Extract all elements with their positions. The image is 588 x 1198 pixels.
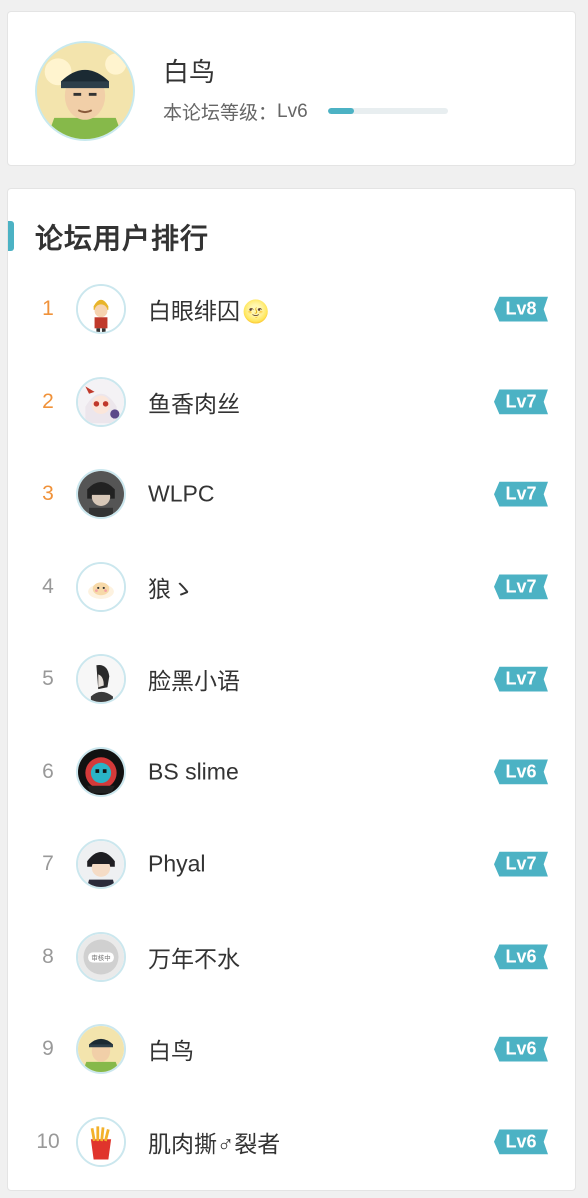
user-name-text[interactable]: Phyal <box>148 851 206 877</box>
rank-number: 6 <box>42 759 54 783</box>
level-progress-bar <box>328 108 448 114</box>
level-badge: Lv6 <box>494 944 548 970</box>
dark-hair-avatar-icon <box>78 471 124 518</box>
rank-number: 3 <box>42 482 54 506</box>
rank-number: 10 <box>36 1129 60 1153</box>
user-name-text[interactable]: 白鸟 <box>148 1038 194 1064</box>
user-avatar[interactable] <box>76 469 126 520</box>
level-badge: Lv6 <box>494 1036 548 1062</box>
level-badge: Lv7 <box>494 481 548 507</box>
user-name[interactable]: 肌肉撕♂裂者 <box>148 1125 280 1159</box>
rank-row[interactable]: 8 审核中 万年不水 Lv6 <box>8 911 575 1004</box>
user-avatar[interactable] <box>76 284 126 335</box>
user-name-text[interactable]: 万年不水 <box>148 946 240 972</box>
user-name-text[interactable]: 肌肉撕♂裂者 <box>148 1131 280 1157</box>
rank-row[interactable]: 3 WLPC Lv7 <box>8 448 575 541</box>
sketch-portrait-avatar-icon <box>78 656 124 703</box>
level-progress-fill <box>328 108 355 114</box>
fries-avatar-icon <box>78 1118 124 1165</box>
red-blue-avatar-icon <box>78 748 124 795</box>
level-label: 本论坛等级： <box>163 103 278 124</box>
anime-girl-avatar-icon <box>78 378 124 425</box>
rank-number: 1 <box>42 297 54 321</box>
rank-number: 2 <box>42 389 54 413</box>
level-badge: Lv7 <box>494 851 548 877</box>
user-name-text[interactable]: WLPC <box>148 481 214 507</box>
user-avatar[interactable] <box>76 1116 126 1167</box>
rank-row[interactable]: 4 狼ゝ Lv7 <box>8 541 575 634</box>
level-value: Lv6 <box>277 100 308 122</box>
user-name[interactable]: Phyal <box>148 851 206 878</box>
rank-row[interactable]: 9 白鸟 Lv6 <box>8 1003 575 1096</box>
cute-cat-avatar-icon <box>78 563 124 610</box>
user-avatar[interactable] <box>76 561 126 612</box>
user-name[interactable]: 万年不水 <box>148 940 240 974</box>
level-badge: Lv6 <box>494 1129 548 1155</box>
under-review-avatar-icon: 审核中 <box>78 933 124 980</box>
user-name[interactable]: WLPC <box>148 481 214 508</box>
user-name[interactable]: 白鸟 <box>148 1032 194 1066</box>
section-title: 论坛用户排行 <box>35 223 210 254</box>
profile-level: 本论坛等级： Lv6 <box>163 98 308 125</box>
user-avatar[interactable] <box>76 654 126 705</box>
user-name[interactable]: 脸黑小语 <box>148 662 240 696</box>
rank-number: 4 <box>42 574 54 598</box>
rank-number: 9 <box>42 1037 54 1061</box>
user-name[interactable]: 鱼香肉丝 <box>148 385 240 419</box>
user-name-text[interactable]: 白眼绯囚 <box>148 298 240 324</box>
profile-avatar[interactable] <box>35 41 135 141</box>
profile-card: 白鸟 本论坛等级： Lv6 <box>7 11 576 166</box>
user-name[interactable]: 白眼绯囚🌝 <box>148 292 269 326</box>
level-badge: Lv6 <box>494 759 548 785</box>
rank-number: 8 <box>42 944 54 968</box>
section-accent-bar <box>8 221 14 251</box>
rank-number: 5 <box>42 667 54 691</box>
cartoon-boy-avatar-icon <box>78 286 124 333</box>
user-name-text[interactable]: 脸黑小语 <box>148 668 240 694</box>
moon-emoji-icon: 🌝 <box>242 299 270 325</box>
rank-row[interactable]: 5 脸黑小语 Lv7 <box>8 633 575 726</box>
user-avatar[interactable] <box>76 746 126 797</box>
user-name-text[interactable]: 鱼香肉丝 <box>148 391 240 417</box>
profile-name[interactable]: 白鸟 <box>163 52 215 89</box>
user-name[interactable]: BS slime <box>148 758 239 785</box>
anime-character-avatar-icon <box>37 43 133 139</box>
avatar-review-text: 审核中 <box>91 953 110 962</box>
rank-row[interactable]: 7 Phyal Lv7 <box>8 818 575 911</box>
user-avatar[interactable]: 审核中 <box>76 931 126 982</box>
ranking-card: 论坛用户排行 1 白眼绯囚🌝 Lv8 2 鱼香肉丝 Lv7 3 WLPC Lv7 4 狼ゝ Lv7 5 脸… <box>7 188 576 1191</box>
level-badge: Lv7 <box>494 574 548 600</box>
level-badge: Lv8 <box>494 296 548 322</box>
anime-character-avatar-icon <box>78 1026 124 1073</box>
user-name[interactable]: 狼ゝ <box>148 570 194 604</box>
rank-row[interactable]: 10 肌肉撕♂裂者 Lv6 <box>8 1096 575 1189</box>
user-avatar[interactable] <box>76 376 126 427</box>
rank-number: 7 <box>42 852 54 876</box>
user-name-text[interactable]: 狼ゝ <box>148 576 194 602</box>
anime-boy-avatar-icon <box>78 841 124 888</box>
rank-row[interactable]: 6 BS slime Lv6 <box>8 726 575 819</box>
level-badge: Lv7 <box>494 666 548 692</box>
ranking-list: 1 白眼绯囚🌝 Lv8 2 鱼香肉丝 Lv7 3 WLPC Lv7 4 狼ゝ Lv7 5 脸黑小语 Lv7 6… <box>8 263 575 1188</box>
user-avatar[interactable] <box>76 839 126 890</box>
rank-row[interactable]: 2 鱼香肉丝 Lv7 <box>8 356 575 449</box>
user-name-text[interactable]: BS slime <box>148 758 239 784</box>
rank-row[interactable]: 1 白眼绯囚🌝 Lv8 <box>8 263 575 356</box>
user-avatar[interactable] <box>76 1024 126 1075</box>
level-badge: Lv7 <box>494 389 548 415</box>
